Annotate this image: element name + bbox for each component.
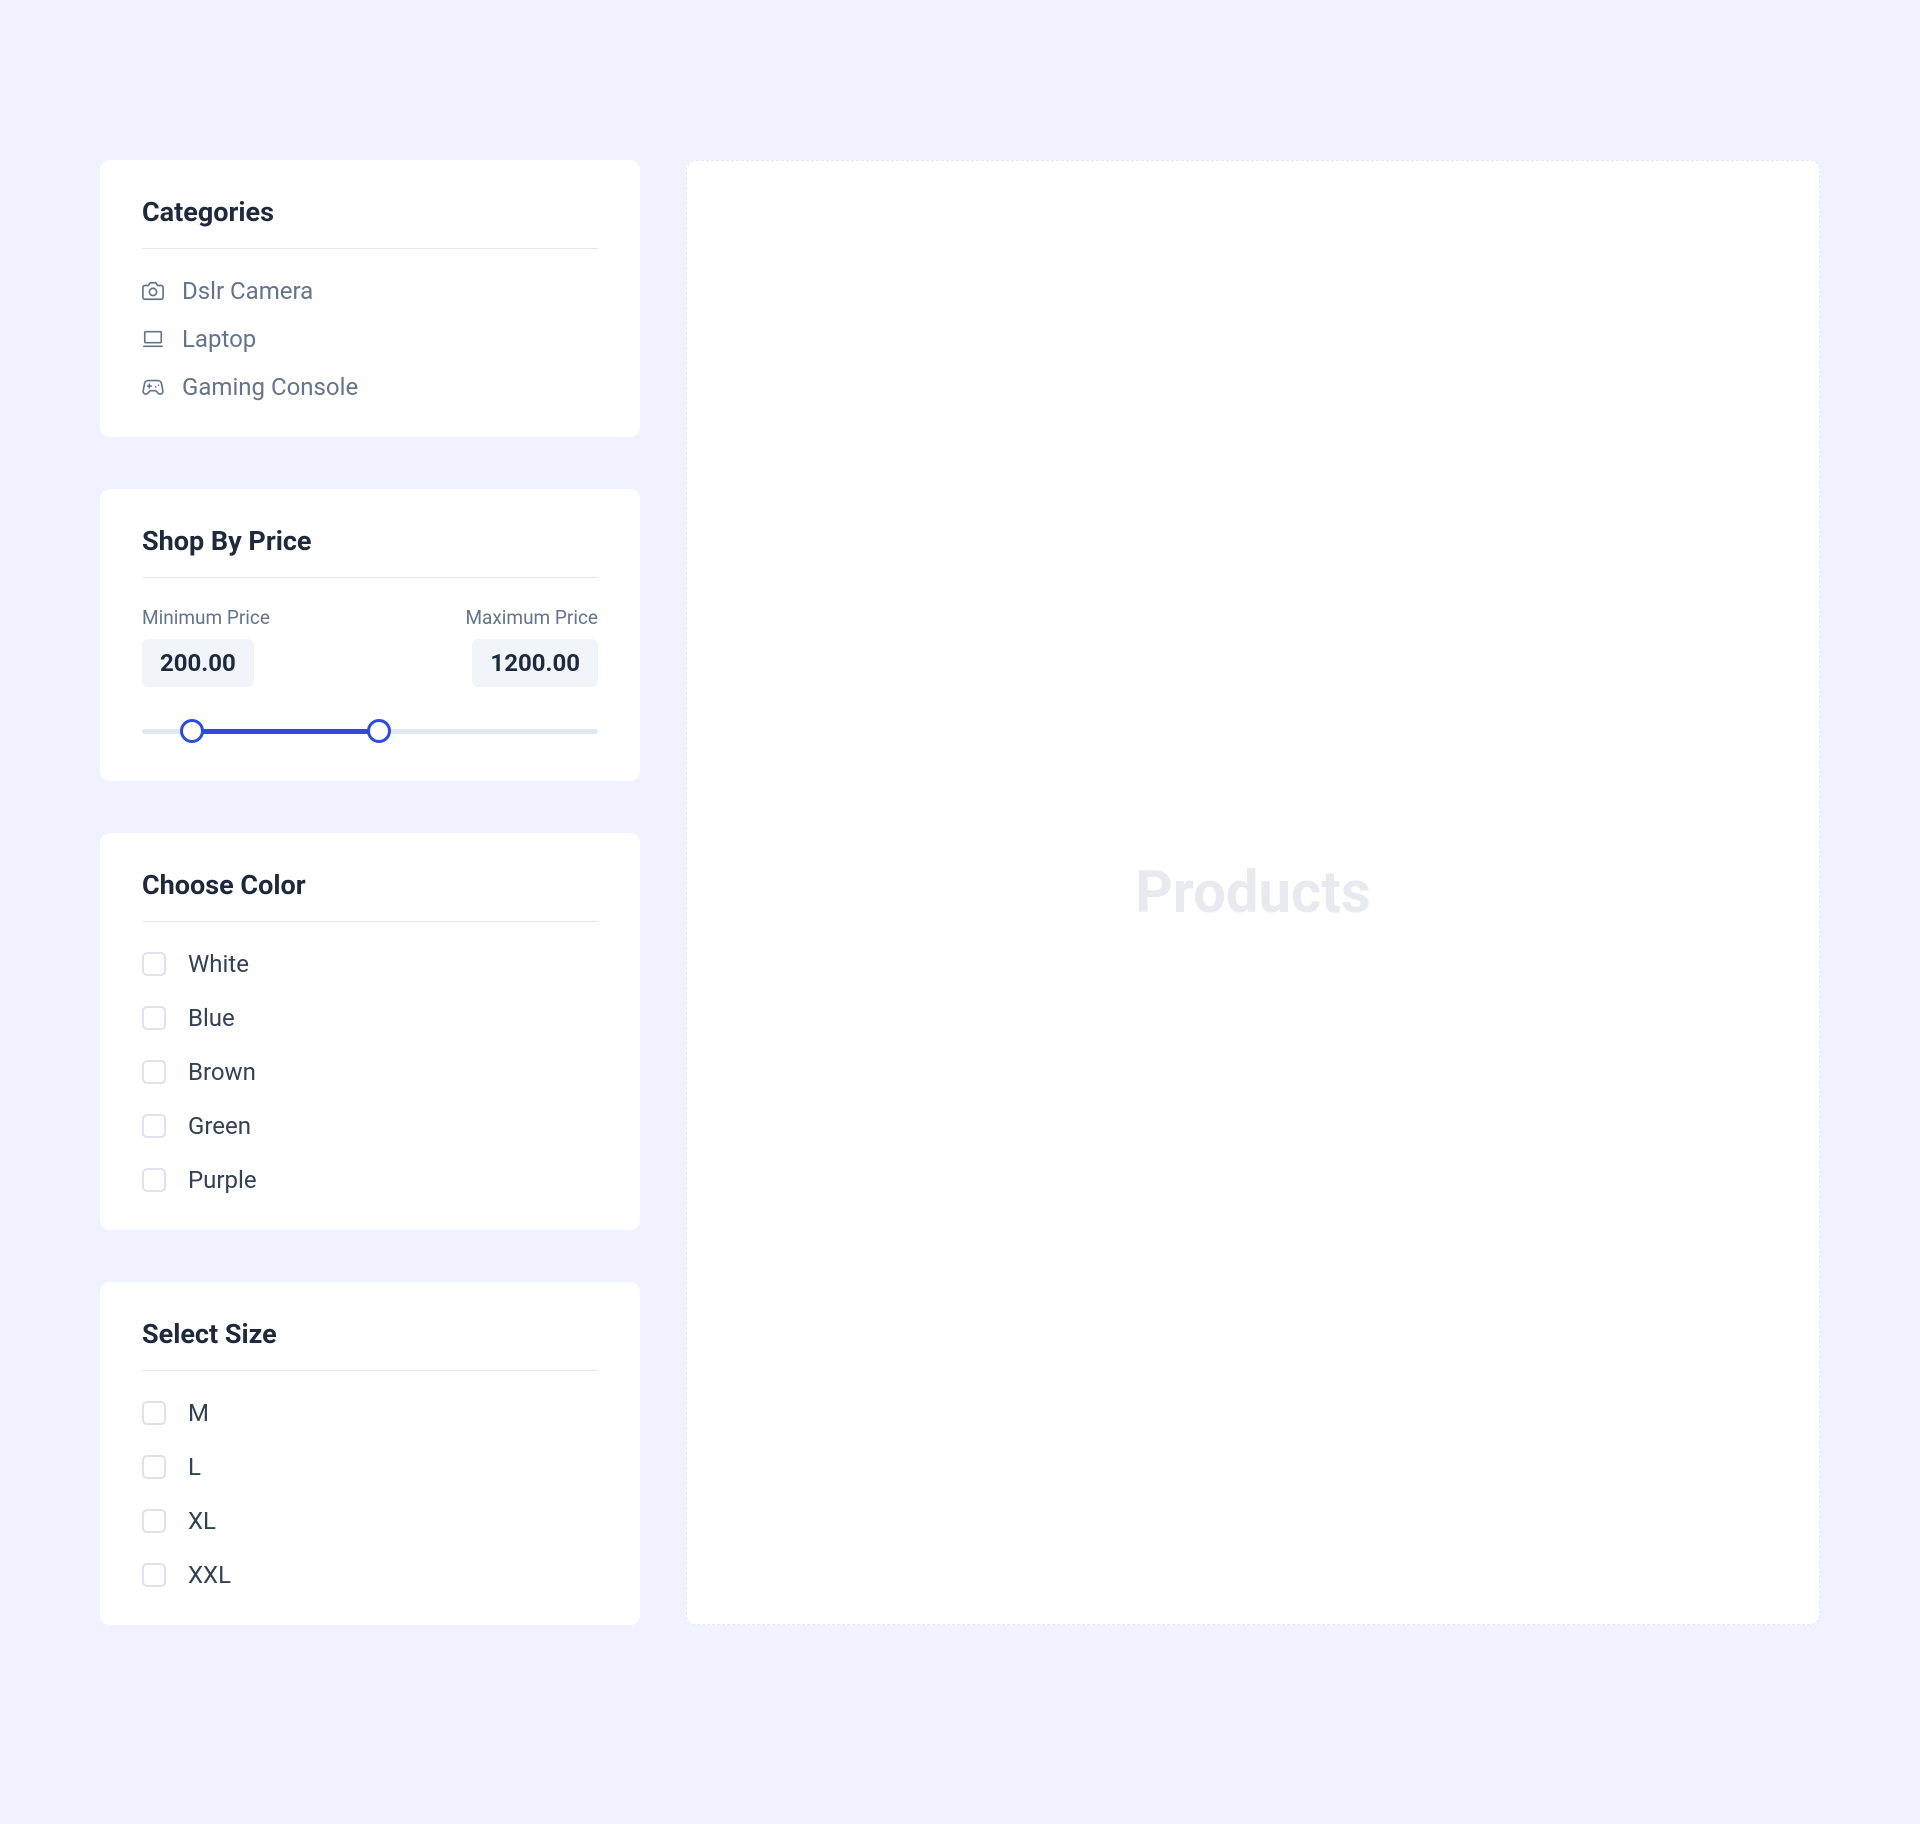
checkbox[interactable]: [142, 1168, 166, 1192]
color-label: Brown: [188, 1058, 256, 1086]
size-label: M: [188, 1399, 209, 1427]
categories-panel: Categories Dslr Camera: [100, 160, 640, 437]
divider: [142, 577, 598, 578]
min-price-label: Minimum Price: [142, 606, 270, 629]
size-option-l[interactable]: L: [142, 1453, 598, 1481]
category-label: Dslr Camera: [182, 277, 313, 305]
size-panel: Select Size M L XL XXL: [100, 1282, 640, 1625]
checkbox[interactable]: [142, 1006, 166, 1030]
color-option-white[interactable]: White: [142, 950, 598, 978]
divider: [142, 921, 598, 922]
size-label: L: [188, 1453, 201, 1481]
checkbox[interactable]: [142, 1060, 166, 1084]
color-panel: Choose Color White Blue Brown Green: [100, 833, 640, 1230]
filter-sidebar: Categories Dslr Camera: [100, 160, 640, 1625]
size-option-xxl[interactable]: XXL: [142, 1561, 598, 1589]
price-range-slider[interactable]: [142, 717, 598, 745]
slider-thumb-max[interactable]: [367, 719, 391, 743]
size-option-xl[interactable]: XL: [142, 1507, 598, 1535]
color-label: Blue: [188, 1004, 235, 1032]
categories-title: Categories: [142, 196, 598, 228]
min-price-value: 200.00: [142, 639, 254, 687]
checkbox[interactable]: [142, 1114, 166, 1138]
color-label: Green: [188, 1112, 251, 1140]
checkbox[interactable]: [142, 1455, 166, 1479]
checkbox[interactable]: [142, 1509, 166, 1533]
products-placeholder: Products: [1135, 859, 1370, 927]
category-item-dslr[interactable]: Dslr Camera: [142, 277, 598, 305]
price-values-row: 200.00 1200.00: [142, 639, 598, 687]
category-list: Dslr Camera Laptop: [142, 277, 598, 401]
checkbox[interactable]: [142, 1563, 166, 1587]
color-option-blue[interactable]: Blue: [142, 1004, 598, 1032]
camera-icon: [142, 280, 164, 302]
color-option-green[interactable]: Green: [142, 1112, 598, 1140]
checkbox[interactable]: [142, 952, 166, 976]
color-title: Choose Color: [142, 869, 598, 901]
color-label: White: [188, 950, 249, 978]
color-label: Purple: [188, 1166, 257, 1194]
slider-selected-range: [192, 729, 379, 734]
products-area: Products: [686, 160, 1820, 1625]
category-item-console[interactable]: Gaming Console: [142, 373, 598, 401]
divider: [142, 248, 598, 249]
price-labels-row: Minimum Price Maximum Price: [142, 606, 598, 629]
size-list: M L XL XXL: [142, 1399, 598, 1589]
console-icon: [142, 376, 164, 398]
size-label: XXL: [188, 1561, 231, 1589]
max-price-value: 1200.00: [472, 639, 598, 687]
price-panel: Shop By Price Minimum Price Maximum Pric…: [100, 489, 640, 781]
slider-thumb-min[interactable]: [180, 719, 204, 743]
price-title: Shop By Price: [142, 525, 598, 557]
color-option-purple[interactable]: Purple: [142, 1166, 598, 1194]
size-option-m[interactable]: M: [142, 1399, 598, 1427]
category-label: Gaming Console: [182, 373, 358, 401]
size-title: Select Size: [142, 1318, 598, 1350]
laptop-icon: [142, 328, 164, 350]
color-option-brown[interactable]: Brown: [142, 1058, 598, 1086]
category-label: Laptop: [182, 325, 256, 353]
divider: [142, 1370, 598, 1371]
size-label: XL: [188, 1507, 216, 1535]
max-price-label: Maximum Price: [465, 606, 598, 629]
color-list: White Blue Brown Green Purple: [142, 950, 598, 1194]
checkbox[interactable]: [142, 1401, 166, 1425]
category-item-laptop[interactable]: Laptop: [142, 325, 598, 353]
